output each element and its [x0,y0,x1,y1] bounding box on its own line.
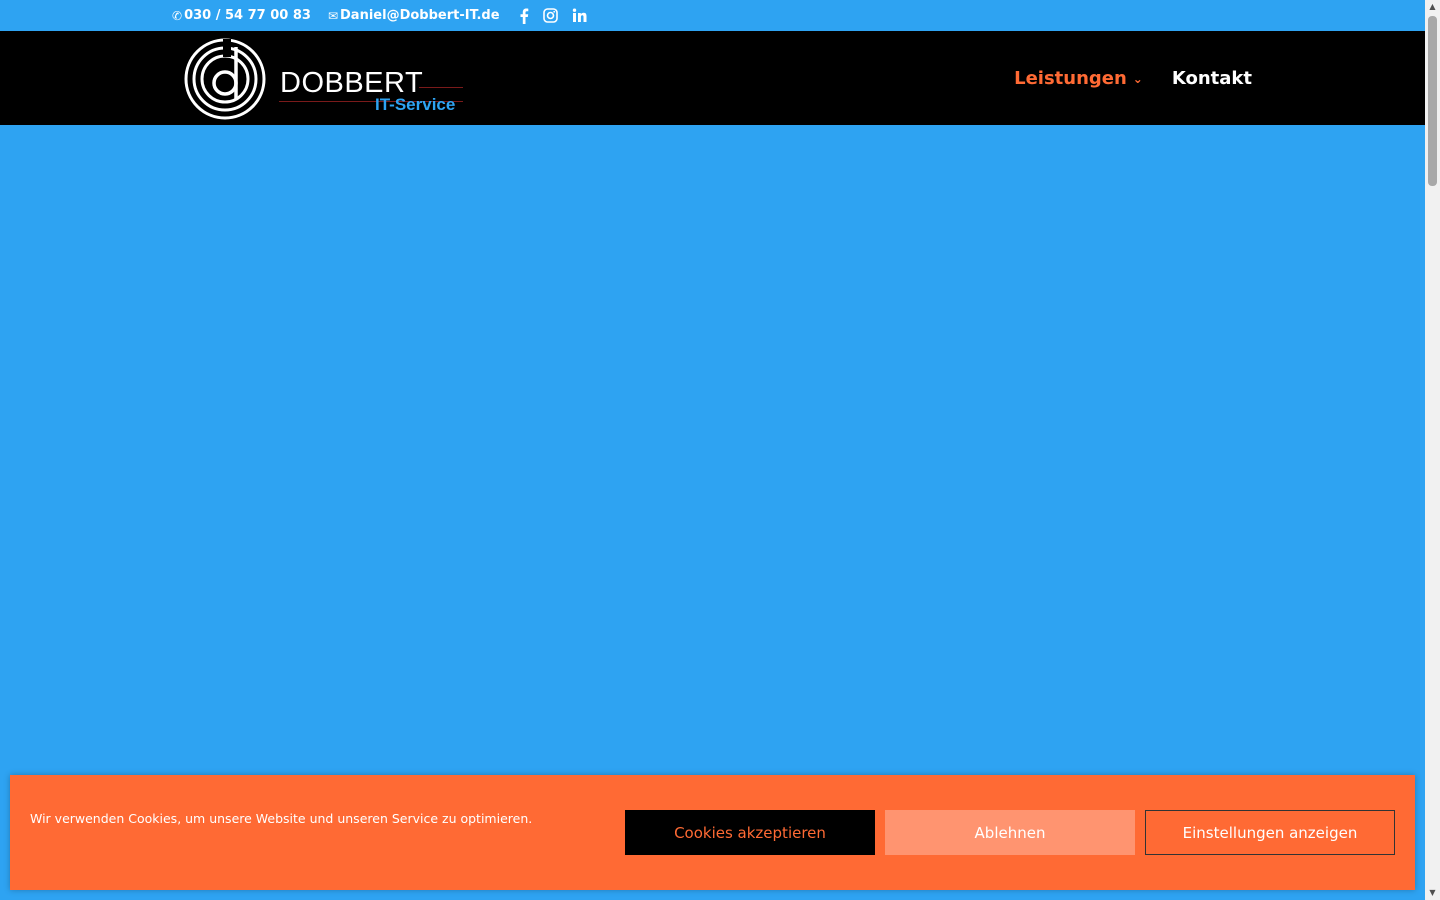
logo-divider-accent [419,87,463,88]
top-bar: ✆ 030 / 54 77 00 83 ✉ Daniel@Dobbert-IT.… [0,0,1425,31]
facebook-icon[interactable] [519,8,529,24]
social-links [519,8,587,24]
main-header: DOBBERT IT-Service Leistungen ⌄ Kontakt [0,31,1425,125]
logo-mark-icon [184,38,266,120]
vertical-scrollbar[interactable]: ▲ ▼ [1425,0,1440,900]
logo-subtitle: IT-Service [375,95,456,114]
cookie-settings-button[interactable]: Einstellungen anzeigen [1145,810,1395,855]
accept-cookies-button[interactable]: Cookies akzeptieren [625,810,875,855]
main-nav: Leistungen ⌄ Kontakt [1014,31,1252,125]
cookie-message: Wir verwenden Cookies, um unsere Website… [30,811,533,826]
nav-item-leistungen[interactable]: Leistungen ⌄ [1014,68,1143,89]
nav-item-label: Leistungen [1014,67,1127,89]
cookie-banner: Wir verwenden Cookies, um unsere Website… [10,775,1415,890]
page-background: ✆ 030 / 54 77 00 83 ✉ Daniel@Dobbert-IT.… [0,0,1425,900]
phone-link[interactable]: ✆ 030 / 54 77 00 83 [172,8,311,23]
instagram-icon[interactable] [542,8,558,23]
email-address: Daniel@Dobbert-IT.de [340,8,500,23]
scroll-down-icon[interactable]: ▼ [1425,886,1440,900]
nav-item-kontakt[interactable]: Kontakt [1172,68,1252,89]
scroll-up-icon[interactable]: ▲ [1425,0,1440,14]
nav-item-label: Kontakt [1171,67,1252,89]
linkedin-icon[interactable] [572,8,587,23]
deny-cookies-button[interactable]: Ablehnen [885,810,1135,855]
phone-icon: ✆ [172,8,183,23]
site-logo[interactable]: DOBBERT IT-Service [183,37,468,121]
scrollbar-thumb[interactable] [1428,16,1437,186]
chevron-down-icon: ⌄ [1132,72,1143,86]
phone-number: 030 / 54 77 00 83 [184,8,311,23]
email-link[interactable]: ✉ Daniel@Dobbert-IT.de [328,8,500,23]
email-icon: ✉ [327,8,339,23]
